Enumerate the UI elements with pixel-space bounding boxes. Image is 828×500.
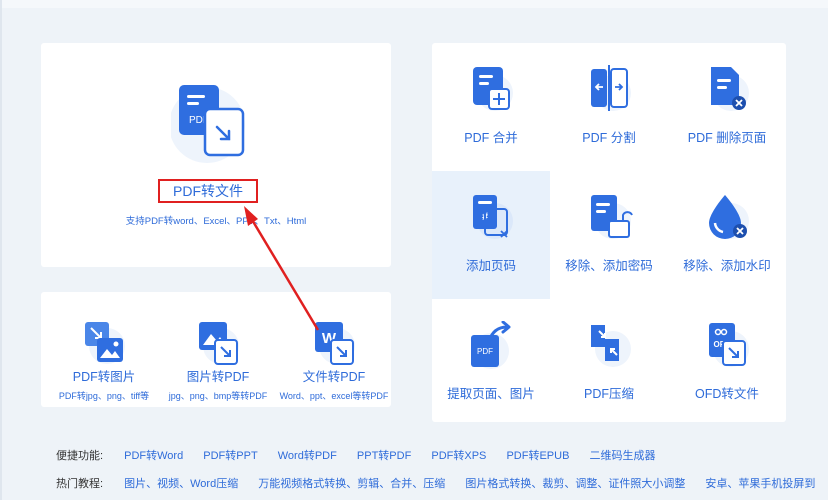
quick-links-row: 便捷功能: PDF转Word PDF转PPT Word转PDF PPT转PDF …	[56, 447, 672, 463]
file-to-pdf-icon: W	[315, 322, 355, 365]
pdf-merge-tool[interactable]: PDF 合并	[432, 43, 550, 171]
pdf-merge-icon	[473, 67, 513, 111]
pdf-delete-page-tool[interactable]: PDF 删除页面	[668, 43, 786, 171]
tutorial-link-video[interactable]: 万能视频格式转换、剪辑、合并、压缩	[258, 475, 445, 491]
file-to-pdf-label: 文件转PDF	[302, 370, 366, 384]
file-to-pdf-desc: Word、ppt、excel等转PDF	[279, 391, 389, 401]
ofd-to-file-icon: OFD	[709, 323, 749, 367]
pdf-to-image-desc: PDF转jpg、png、tiff等	[58, 391, 150, 401]
pdf-delete-page-label: PDF 删除页面	[687, 131, 767, 145]
pdf-compress-icon	[591, 325, 631, 367]
quick-link-qr-generator[interactable]: 二维码生成器	[589, 447, 655, 463]
extract-page-icon: PDF	[471, 321, 511, 369]
extract-icon-text: PDF	[477, 347, 493, 356]
pdf-to-image-tool[interactable]: PDF转图片 PDF转jpg、png、tiff等	[49, 320, 159, 402]
tutorial-link-screen-mirror[interactable]: 安卓、苹果手机投屏到	[705, 475, 815, 491]
pdf-tools-grid: PDF 合并 PDF 分割 PDF 删除页面 # 添加页码 移除、添加密码 移除…	[432, 43, 786, 422]
image-to-pdf-desc: jpg、png、bmp等转PDF	[168, 391, 268, 401]
file-to-pdf-tool[interactable]: W 文件转PDF Word、ppt、excel等转PDF	[277, 320, 391, 402]
quick-link-pdf-to-word[interactable]: PDF转Word	[124, 447, 183, 463]
ofd-to-file-tool[interactable]: OFD OFD转文件	[668, 299, 786, 427]
pdf-to-file-card[interactable]: PDF PDF转文件 支持PDF转word、Excel、PPT、Txt、Html	[41, 43, 391, 267]
pdf-to-image-icon	[85, 322, 125, 364]
window-top-strip	[0, 0, 828, 8]
pdf-compress-label: PDF压缩	[583, 387, 634, 401]
pdf-to-image-label: PDF转图片	[72, 370, 136, 384]
pdf-split-label: PDF 分割	[582, 131, 636, 145]
image-to-pdf-tool[interactable]: 图片转PDF jpg、png、bmp等转PDF	[163, 320, 273, 402]
quick-link-pdf-to-epub[interactable]: PDF转EPUB	[506, 447, 569, 463]
password-tool[interactable]: 移除、添加密码	[550, 171, 668, 299]
watermark-drop-icon	[709, 195, 749, 239]
add-page-number-label: 添加页码	[465, 259, 516, 273]
image-to-pdf-icon	[199, 322, 239, 365]
add-page-number-tool[interactable]: # 添加页码	[432, 171, 550, 299]
tutorial-link-image[interactable]: 图片格式转换、裁剪、调整、证件照大小调整	[465, 475, 685, 491]
watermark-tool[interactable]: 移除、添加水印	[668, 171, 786, 299]
password-label: 移除、添加密码	[565, 259, 653, 273]
quick-link-ppt-to-pdf[interactable]: PPT转PDF	[357, 447, 411, 463]
pdf-split-tool[interactable]: PDF 分割	[550, 43, 668, 171]
hot-tutorials-row: 热门教程: 图片、视频、Word压缩 万能视频格式转换、剪辑、合并、压缩 图片格…	[56, 475, 828, 491]
watermark-label: 移除、添加水印	[683, 259, 771, 273]
pdf-to-file-title[interactable]: PDF转文件	[158, 179, 258, 203]
tutorial-link-compress[interactable]: 图片、视频、Word压缩	[124, 475, 238, 491]
conversion-tools-card: PDF转图片 PDF转jpg、png、tiff等 图片转PDF jpg、png、…	[41, 292, 391, 407]
quick-link-pdf-to-xps[interactable]: PDF转XPS	[431, 447, 486, 463]
hot-tutorials-label: 热门教程:	[56, 478, 104, 490]
extract-page-tool[interactable]: PDF 提取页面、图片	[432, 299, 550, 427]
pdf-to-file-icon: PDF	[171, 85, 245, 163]
extract-page-label: 提取页面、图片	[447, 387, 535, 401]
pdf-split-icon	[591, 65, 631, 111]
pdf-merge-label: PDF 合并	[464, 131, 518, 145]
image-to-pdf-label: 图片转PDF	[186, 370, 250, 384]
pdf-compress-tool[interactable]: PDF压缩	[550, 299, 668, 427]
quick-link-pdf-to-ppt[interactable]: PDF转PPT	[203, 447, 257, 463]
quick-link-word-to-pdf[interactable]: Word转PDF	[278, 447, 337, 463]
pdf-to-file-subtitle: 支持PDF转word、Excel、PPT、Txt、Html	[125, 216, 307, 227]
add-page-number-icon: #	[473, 195, 513, 239]
quick-links-label: 便捷功能:	[56, 450, 104, 462]
window-left-edge	[0, 0, 2, 500]
pdf-delete-page-icon	[711, 67, 749, 111]
password-lock-icon	[591, 195, 633, 239]
ofd-to-file-label: OFD转文件	[695, 387, 759, 401]
